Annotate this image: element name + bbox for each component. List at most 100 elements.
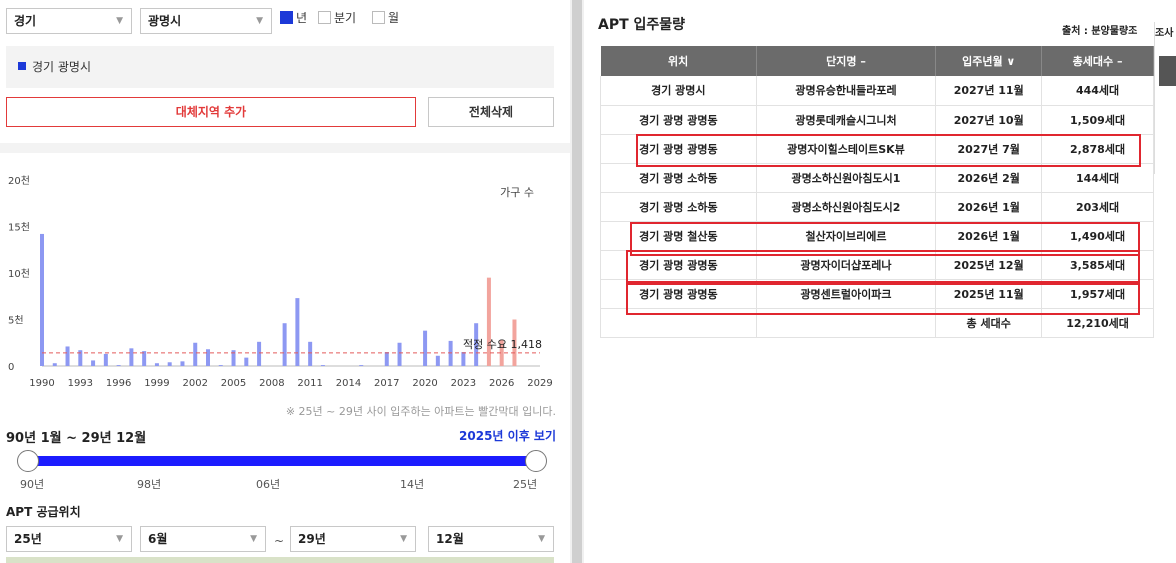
source-label: 출처 : 분양물량조: [1062, 26, 1138, 37]
x-tick-label: 2005: [221, 378, 246, 389]
highlight-box: [636, 134, 1141, 167]
period-quarter-checkbox[interactable]: 분기: [318, 9, 356, 27]
to-year-select[interactable]: 29년 ▼: [290, 526, 416, 552]
location-cell: 경기 광명 소하동: [600, 192, 757, 222]
move-in-date-cell: 2026년 1월: [935, 192, 1043, 222]
chart-bar: [384, 352, 389, 366]
checkbox-icon: [318, 11, 331, 24]
y-tick-label: 5천: [8, 315, 24, 327]
table-row[interactable]: 경기 광명 소하동 광명소하신원아침도시2 2026년 1월 203세대: [600, 192, 1154, 222]
highlight-box: [626, 250, 1140, 285]
slider-start-handle[interactable]: [17, 450, 39, 472]
households-cell: 1,509세대: [1041, 105, 1154, 135]
from-month-select[interactable]: 6월 ▼: [140, 526, 266, 552]
x-tick-label: 2011: [297, 378, 322, 389]
checkbox-icon: [372, 11, 385, 24]
chevron-down-icon: ▼: [116, 16, 123, 26]
households-cell: 203세대: [1041, 192, 1154, 222]
province-select-value: 경기: [14, 14, 37, 28]
to-month-select[interactable]: 12월 ▼: [428, 526, 554, 552]
from-year-select[interactable]: 25년 ▼: [6, 526, 132, 552]
after-2025-link[interactable]: 2025년 이후 보기: [459, 427, 556, 444]
y-tick-label: 15천: [8, 222, 30, 234]
x-tick-label: 2017: [374, 378, 399, 389]
chevron-down-icon: ▼: [256, 16, 263, 26]
chevron-down-icon: ▼: [538, 534, 545, 544]
side-overlay-text: 조사: [1155, 28, 1174, 39]
x-tick-label: 1999: [144, 378, 169, 389]
x-tick-label: 2026: [489, 378, 514, 389]
chart-bar: [308, 341, 313, 366]
chart-bar: [218, 365, 223, 366]
column-header-complex[interactable]: 단지명 –: [756, 46, 937, 76]
chart-bar: [116, 365, 121, 366]
x-tick-label: 2002: [183, 378, 208, 389]
chart-bar: [52, 363, 57, 366]
chart-bar: [129, 348, 134, 366]
x-tick-label: 2029: [527, 378, 552, 389]
chart-bar: [180, 361, 185, 366]
chart-bar: [206, 349, 210, 366]
y-tick-label: 0: [8, 362, 14, 373]
highlight-box: [626, 281, 1140, 315]
x-tick-label: 1993: [68, 378, 93, 389]
delete-all-button[interactable]: 전체삭제: [428, 97, 554, 127]
range-separator: ~: [274, 534, 285, 548]
chart-bar: [167, 362, 172, 366]
scrollbar-thumb[interactable]: [572, 0, 582, 563]
x-tick-label: 2023: [451, 378, 476, 389]
period-month-checkbox[interactable]: 월: [372, 9, 399, 27]
x-tick-label: 2014: [336, 378, 361, 389]
left-panel-scrollbar[interactable]: [570, 0, 584, 563]
x-tick-label: 2020: [412, 378, 437, 389]
chart-bar: [257, 341, 262, 366]
section-divider: [0, 143, 570, 153]
location-cell: 경기 광명시: [600, 76, 757, 106]
city-select[interactable]: 광명시 ▼: [140, 8, 272, 34]
table-row[interactable]: 경기 광명 광명동 광명롯데캐슬시그니처 2027년 10월 1,509세대: [600, 105, 1154, 135]
move-in-date-cell: 2027년 10월: [935, 105, 1043, 135]
complex-name-cell: 광명소하신원아침도시1: [756, 163, 937, 193]
chart-bar: [40, 233, 44, 366]
table-header-row: 위치 단지명 – 입주년월 ∨ 총세대수 –: [600, 46, 1154, 76]
chart-bar: [103, 353, 108, 366]
chart-bar: [359, 365, 364, 366]
x-tick-label: 1996: [106, 378, 131, 389]
slider-tick: 25년: [513, 478, 538, 491]
table-row[interactable]: 경기 광명 소하동 광명소하신원아침도시1 2026년 2월 144세대: [600, 163, 1154, 193]
right-panel: APT 입주물량 출처 : 분양물량조 위치 단지명 – 입주년월 ∨ 총세대수…: [584, 0, 1176, 563]
chart-bar: [295, 298, 300, 366]
chart-legend-label: 가구 수: [500, 186, 534, 199]
complex-name-cell: 광명소하신원아침도시2: [756, 192, 937, 222]
supply-location-title: APT 공급위치: [6, 505, 81, 519]
column-header-move-in[interactable]: 입주년월 ∨: [935, 46, 1043, 76]
add-region-button[interactable]: 대체지역 추가: [6, 97, 416, 127]
households-cell: 144세대: [1041, 163, 1154, 193]
chart-bar: [142, 351, 147, 366]
chart-bar: [435, 355, 440, 366]
side-overlay-panel: 조사: [1154, 22, 1176, 174]
province-select[interactable]: 경기 ▼: [6, 8, 132, 34]
column-header-location[interactable]: 위치: [600, 46, 757, 76]
side-overlay-bar: [1159, 56, 1176, 86]
complex-name-cell: 광명롯데캐슬시그니처: [756, 105, 937, 135]
selected-region-box: 경기 광명시: [6, 46, 554, 88]
chevron-down-icon: ▼: [250, 534, 257, 544]
chart-bar: [282, 323, 287, 366]
slider-end-handle[interactable]: [525, 450, 547, 472]
chart-note: ※ 25년 ~ 29년 사이 입주하는 아파트는 빨간막대 입니다.: [285, 405, 556, 418]
table-row[interactable]: 경기 광명시 광명유승한내들라포레 2027년 11월 444세대: [600, 76, 1154, 106]
chevron-down-icon: ▼: [400, 534, 407, 544]
location-cell: 경기 광명 소하동: [600, 163, 757, 193]
period-title: 90년 1월 ~ 29년 12월: [6, 431, 147, 446]
slider-tick: 14년: [400, 478, 425, 491]
location-cell: 경기 광명 광명동: [600, 105, 757, 135]
map-preview: [6, 557, 554, 563]
checkbox-label: 월: [388, 11, 400, 25]
move-in-date-cell: 2027년 11월: [935, 76, 1043, 106]
period-year-checkbox[interactable]: 년: [280, 9, 307, 27]
chart-bar: [193, 342, 198, 366]
column-header-households[interactable]: 총세대수 –: [1041, 46, 1154, 76]
period-slider-track[interactable]: [28, 456, 536, 466]
chart-bar: [461, 352, 466, 366]
